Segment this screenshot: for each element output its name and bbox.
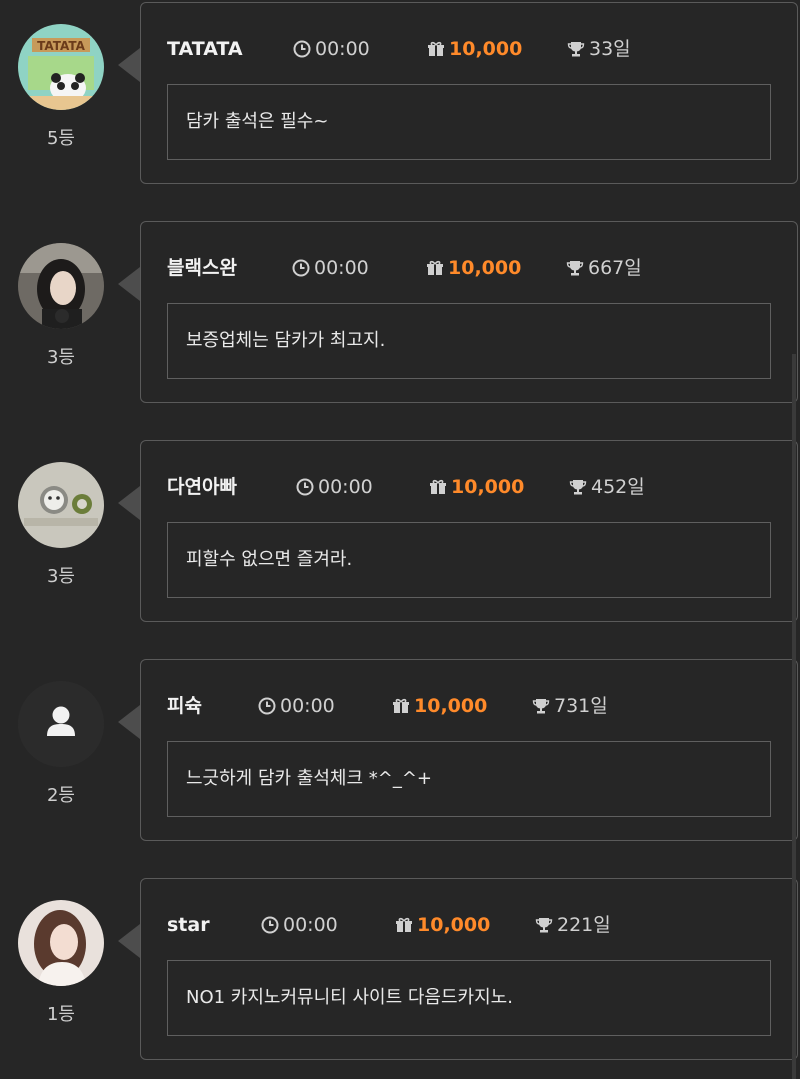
speech-pointer — [118, 486, 140, 520]
gift-icon — [393, 698, 409, 713]
comment-card: 다연아빠 00:00 10,000 452일 피할수 없으면 즐겨라. — [140, 440, 798, 622]
time-value: 00:00 — [318, 476, 373, 498]
attendance-entry: 2등 피슉 00:00 10,000 731일 느긋하게 담카 출석체크 *^_… — [0, 659, 800, 881]
time-value: 00:00 — [283, 914, 338, 936]
nickname[interactable]: star — [167, 913, 210, 937]
user-avatar[interactable] — [18, 462, 104, 548]
rank-label: 3등 — [46, 566, 75, 587]
trophy-icon — [567, 42, 585, 57]
days-value: 33일 — [589, 38, 631, 60]
days-stat: 33일 — [567, 37, 631, 61]
attendance-list: TATATA 5등 TATATA 00:00 10,000 33일 담카 출석은… — [0, 0, 800, 1079]
attendance-entry: 1등 star 00:00 10,000 221일 NO1 카지노커뮤니티 사이… — [0, 878, 800, 1079]
user-avatar[interactable]: TATATA — [18, 24, 104, 110]
time-stat: 00:00 — [293, 37, 370, 61]
days-stat: 731일 — [532, 694, 608, 718]
user-avatar[interactable] — [18, 243, 104, 329]
attendance-entry: TATATA 5등 TATATA 00:00 10,000 33일 담카 출석은… — [0, 2, 800, 224]
comment-text: 피할수 없으면 즐겨라. — [167, 522, 771, 598]
comment-card: TATATA 00:00 10,000 33일 담카 출석은 필수~ — [140, 2, 798, 184]
gift-icon — [430, 479, 446, 494]
comment-card: 피슉 00:00 10,000 731일 느긋하게 담카 출석체크 *^_^+ — [140, 659, 798, 841]
days-value: 731일 — [554, 695, 608, 717]
nickname[interactable]: 피슉 — [167, 694, 202, 718]
trophy-icon — [532, 699, 550, 714]
points-stat: 10,000 — [395, 913, 490, 937]
points-stat: 10,000 — [392, 694, 487, 718]
rank-label: 2등 — [46, 785, 75, 806]
time-stat: 00:00 — [296, 475, 373, 499]
points-value: 10,000 — [449, 38, 523, 60]
points-value: 10,000 — [414, 695, 488, 717]
days-value: 221일 — [557, 914, 611, 936]
scrollbar[interactable] — [792, 354, 796, 1079]
days-value: 667일 — [588, 257, 642, 279]
gift-icon — [396, 917, 412, 932]
user-avatar[interactable] — [18, 900, 104, 986]
time-value: 00:00 — [315, 38, 370, 60]
comment-card: star 00:00 10,000 221일 NO1 카지노커뮤니티 사이트 다… — [140, 878, 798, 1060]
speech-pointer — [118, 48, 140, 82]
attendance-entry: 3등 블랙스완 00:00 10,000 667일 보증업체는 담카가 최고지. — [0, 221, 800, 443]
gift-icon — [428, 41, 444, 56]
points-stat: 10,000 — [427, 37, 522, 61]
points-value: 10,000 — [417, 914, 491, 936]
clock-icon — [258, 697, 276, 715]
points-value: 10,000 — [448, 257, 522, 279]
clock-icon — [261, 916, 279, 934]
user-avatar[interactable] — [18, 681, 104, 767]
rank-label: 5등 — [46, 128, 75, 149]
points-value: 10,000 — [451, 476, 525, 498]
points-stat: 10,000 — [426, 256, 521, 280]
points-stat: 10,000 — [429, 475, 524, 499]
days-stat: 452일 — [569, 475, 645, 499]
days-stat: 221일 — [535, 913, 611, 937]
trophy-icon — [566, 261, 584, 276]
days-stat: 667일 — [566, 256, 642, 280]
nickname[interactable]: 블랙스완 — [167, 256, 237, 280]
comment-text: NO1 카지노커뮤니티 사이트 다음드카지노. — [167, 960, 771, 1036]
comment-text: 느긋하게 담카 출석체크 *^_^+ — [167, 741, 771, 817]
time-stat: 00:00 — [261, 913, 338, 937]
time-value: 00:00 — [314, 257, 369, 279]
speech-pointer — [118, 267, 140, 301]
clock-icon — [296, 478, 314, 496]
clock-icon — [293, 40, 311, 58]
svg-text:TATATA: TATATA — [37, 39, 85, 53]
comment-text: 보증업체는 담카가 최고지. — [167, 303, 771, 379]
rank-label: 1등 — [46, 1004, 75, 1025]
time-stat: 00:00 — [292, 256, 369, 280]
rank-label: 3등 — [46, 347, 75, 368]
time-value: 00:00 — [280, 695, 335, 717]
trophy-icon — [535, 918, 553, 933]
attendance-entry: 3등 다연아빠 00:00 10,000 452일 피할수 없으면 즐겨라. — [0, 440, 800, 662]
speech-pointer — [118, 924, 140, 958]
nickname[interactable]: TATATA — [167, 37, 243, 61]
trophy-icon — [569, 480, 587, 495]
speech-pointer — [118, 705, 140, 739]
days-value: 452일 — [591, 476, 645, 498]
comment-card: 블랙스완 00:00 10,000 667일 보증업체는 담카가 최고지. — [140, 221, 798, 403]
time-stat: 00:00 — [258, 694, 335, 718]
comment-text: 담카 출석은 필수~ — [167, 84, 771, 160]
nickname[interactable]: 다연아빠 — [167, 475, 237, 499]
default-user-icon — [18, 681, 104, 767]
clock-icon — [292, 259, 310, 277]
gift-icon — [427, 260, 443, 275]
